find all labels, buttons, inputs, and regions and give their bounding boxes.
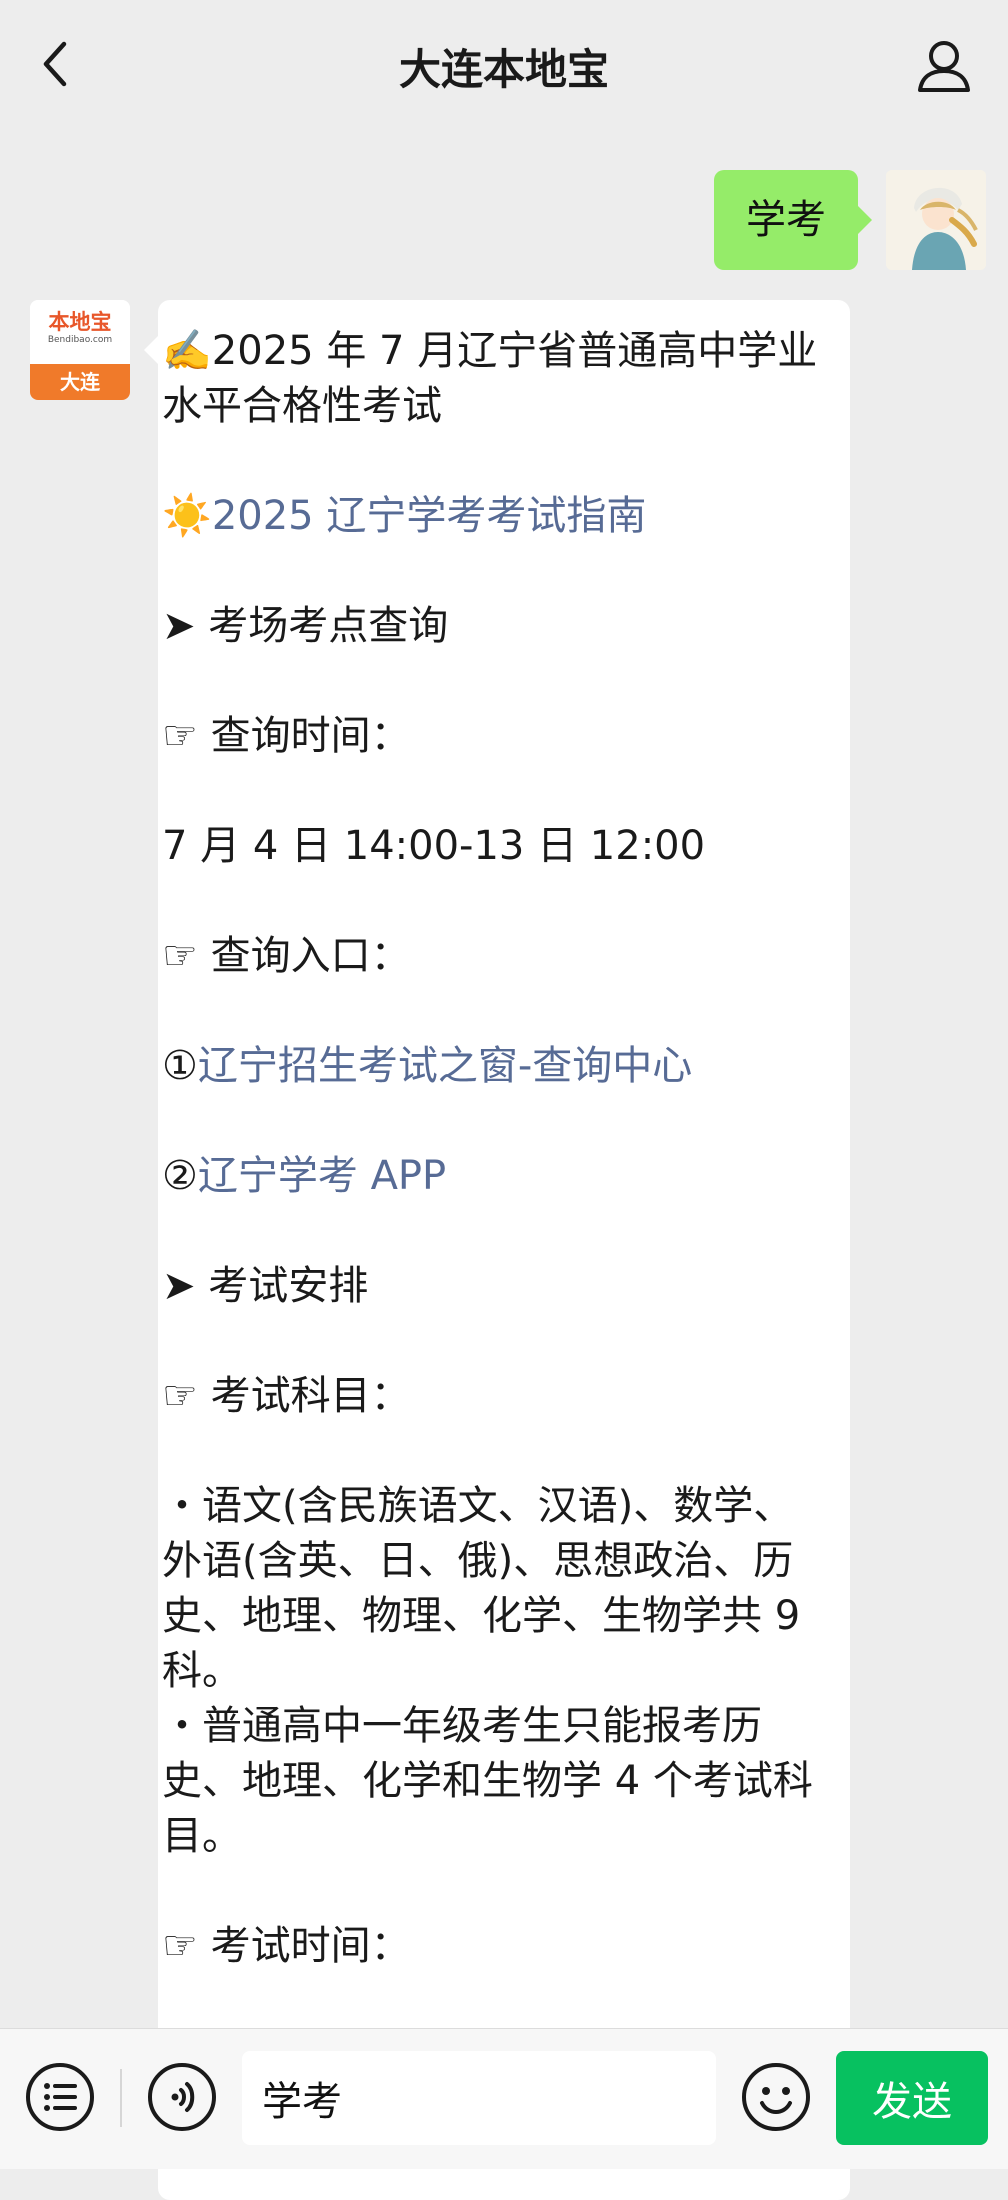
voice-icon xyxy=(148,2063,216,2131)
send-button[interactable]: 发送 xyxy=(836,2051,988,2145)
list-menu-icon xyxy=(26,2063,94,2131)
bot-message-content: ✍️2025 年 7 月辽宁省普通高中学业水平合格性考试 ☀️2025 辽宁学考… xyxy=(162,324,826,1974)
query-entry-2: ②辽宁学考 APP xyxy=(162,1149,826,1204)
section-heading-exam-arrangement: ➤ 考试安排 xyxy=(162,1263,369,1309)
logo-city: 大连 xyxy=(30,364,130,400)
person-icon xyxy=(918,41,970,92)
exam-guide-link[interactable]: 2025 辽宁学考考试指南 xyxy=(212,493,647,539)
grade-one-subjects: ・普通高中一年级考生只能报考历史、地理、化学和生物学 4 个考试科目。 xyxy=(162,1703,813,1859)
voice-button[interactable] xyxy=(146,2061,218,2133)
emoji-button[interactable] xyxy=(740,2061,812,2133)
bot-avatar[interactable]: 本地宝 Bendibao.com 大连 xyxy=(30,300,130,400)
page-title: 大连本地宝 xyxy=(398,45,609,94)
user-message: 学考 xyxy=(714,170,986,270)
sun-icon: ☀️ xyxy=(162,493,212,539)
bendibao-logo: 本地宝 Bendibao.com xyxy=(30,300,130,364)
entry-number-2: ② xyxy=(162,1153,198,1199)
guide-line: ☀️2025 辽宁学考考试指南 xyxy=(162,489,826,544)
xuekao-app-link[interactable]: 辽宁学考 APP xyxy=(198,1153,446,1199)
query-time-value: 7 月 4 日 14:00-13 日 12:00 xyxy=(162,823,706,869)
query-time-label: ☞ 查询时间： xyxy=(162,713,411,759)
exam-subjects-label: ☞ 考试科目： xyxy=(162,1373,411,1419)
logo-subtext: Bendibao.com xyxy=(47,335,113,345)
input-bar: 发送 xyxy=(0,2028,1008,2169)
query-center-link[interactable]: 辽宁招生考试之窗-查询中心 xyxy=(198,1043,692,1089)
menu-button[interactable] xyxy=(24,2061,96,2133)
exam-subjects-list: ・语文(含民族语文、汉语)、数学、外语(含英、日、俄)、思想政治、历史、地理、物… xyxy=(162,1483,801,1694)
query-entry-1: ①辽宁招生考试之窗-查询中心 xyxy=(162,1039,826,1094)
user-avatar-image xyxy=(886,170,986,270)
entry-number-1: ① xyxy=(162,1043,198,1089)
user-avatar[interactable] xyxy=(886,170,986,270)
profile-button[interactable] xyxy=(914,36,974,94)
section-heading-exam-site: ➤ 考场考点查询 xyxy=(162,603,449,649)
chat-header: 大连本地宝 xyxy=(0,0,1008,125)
user-message-bubble[interactable]: 学考 xyxy=(714,170,872,270)
query-entry-label: ☞ 查询入口： xyxy=(162,933,411,979)
message-input[interactable] xyxy=(242,2051,716,2145)
logo-text: 本地宝 xyxy=(48,310,112,334)
divider xyxy=(120,2069,122,2127)
exam-title: ✍️2025 年 7 月辽宁省普通高中学业水平合格性考试 xyxy=(162,328,818,429)
exam-time-label: ☞ 考试时间： xyxy=(162,1923,411,1969)
emoji-icon xyxy=(742,2063,810,2131)
